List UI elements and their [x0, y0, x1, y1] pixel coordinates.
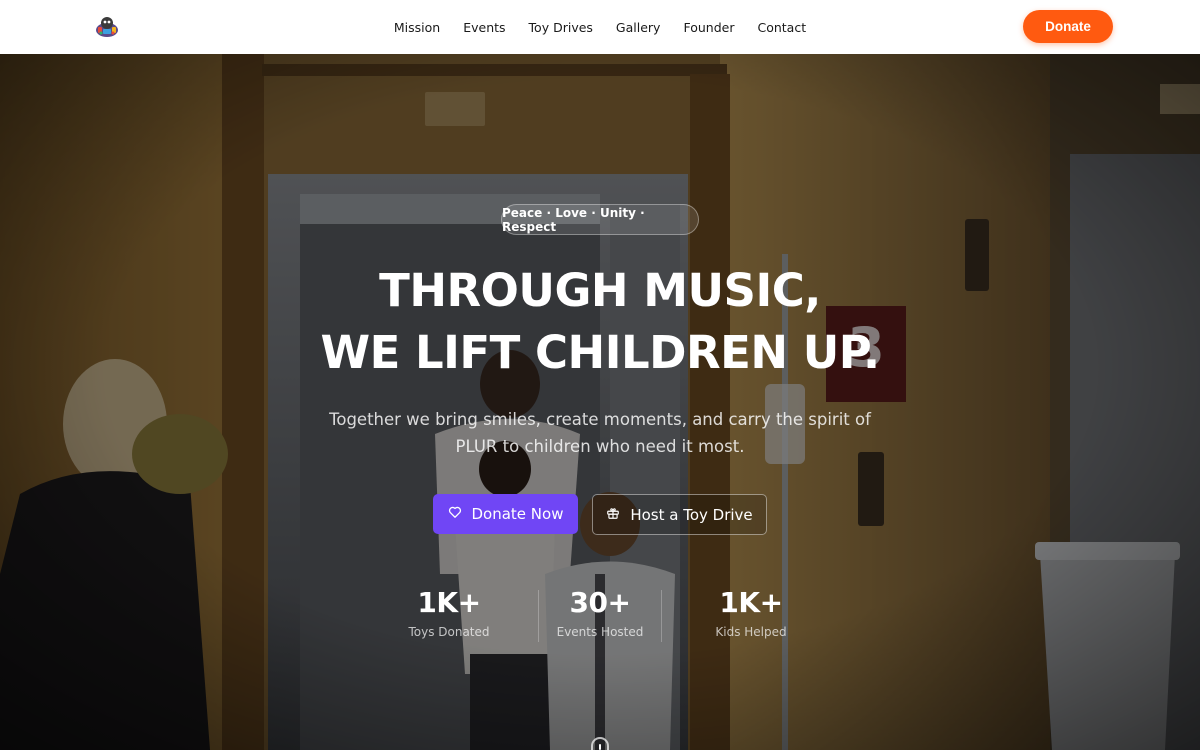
stat-label: Toys Donated: [408, 625, 490, 639]
stat-value: 1K+: [417, 586, 481, 619]
nav-link-contact[interactable]: Contact: [746, 20, 818, 35]
host-toy-drive-label: Host a Toy Drive: [630, 505, 753, 524]
stat-divider: [661, 590, 662, 642]
hero-headline-line2: WE LIFT CHILDREN UP.: [320, 326, 880, 379]
hero-section: 3 Peace · Love · Unity · Respect THROUGH…: [0, 54, 1200, 750]
stat-toys-donated: 1K+ Toys Donated: [374, 586, 524, 639]
nav-link-mission[interactable]: Mission: [382, 20, 451, 35]
host-toy-drive-button[interactable]: Host a Toy Drive: [592, 494, 767, 535]
stat-label: Events Hosted: [556, 625, 644, 639]
nav-link-toy-drives[interactable]: Toy Drives: [517, 20, 604, 35]
plur-tagline-badge: Peace · Love · Unity · Respect: [501, 204, 699, 235]
hero-overlay: [0, 54, 1200, 750]
donate-button[interactable]: Donate: [1023, 10, 1113, 43]
hero-subtitle: Together we bring smiles, create moments…: [329, 410, 871, 456]
nav-link-gallery[interactable]: Gallery: [604, 20, 672, 35]
hero-headline-line1: THROUGH MUSIC,: [379, 264, 821, 317]
nav-link-events[interactable]: Events: [452, 20, 517, 35]
nav-links: Mission Events Toy Drives Gallery Founde…: [0, 0, 1200, 54]
stat-events-hosted: 30+ Events Hosted: [525, 586, 675, 639]
nav-link-founder[interactable]: Founder: [672, 20, 746, 35]
donate-now-label: Donate Now: [471, 505, 564, 523]
stat-value: 30+: [569, 586, 631, 619]
donate-now-button[interactable]: Donate Now: [433, 494, 578, 534]
top-navbar: Mission Events Toy Drives Gallery Founde…: [0, 0, 1200, 54]
stat-value: 1K+: [719, 586, 783, 619]
mouse-scroll-icon[interactable]: [591, 737, 609, 750]
heart-icon: [448, 505, 462, 523]
gift-icon: [606, 506, 620, 524]
stat-kids-helped: 1K+ Kids Helped: [676, 586, 826, 639]
stat-label: Kids Helped: [715, 625, 787, 639]
